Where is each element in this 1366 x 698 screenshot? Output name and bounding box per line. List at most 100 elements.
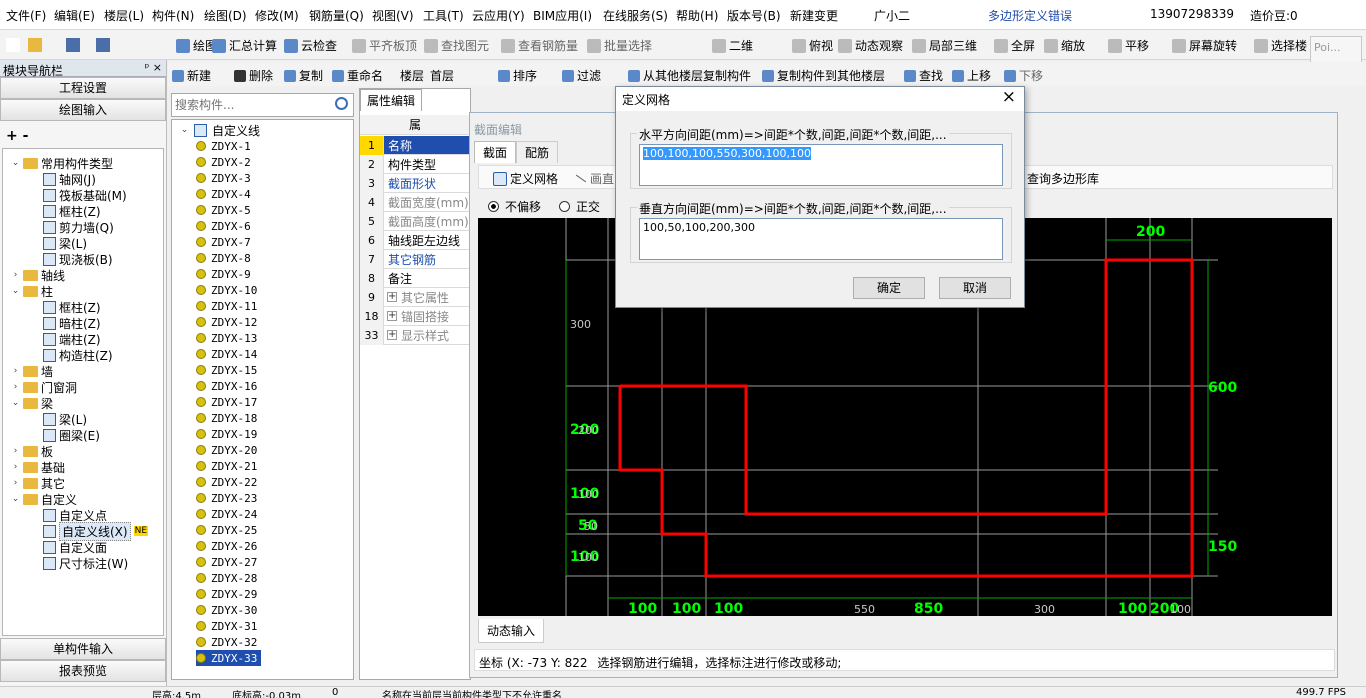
list-item[interactable]: ZDYX-21 [196,458,257,474]
property-tab[interactable]: 属性编辑 [360,89,422,111]
menu-item-2[interactable]: 楼层(L) [104,7,144,24]
nav-tree-item-17[interactable]: 圈梁(E) [43,427,100,443]
toolbar2-btn-9[interactable]: 复制构件到其他楼层 [762,67,885,84]
dim-bottom-3[interactable]: 550 [854,603,875,616]
list-item[interactable]: ZDYX-11 [196,298,257,314]
property-row-2[interactable]: 2 构件类型 [360,154,470,174]
dim-right-600[interactable]: 600 [1208,380,1237,396]
search-input[interactable] [175,95,325,115]
dim-left-0[interactable]: 300 [570,318,591,331]
nav-tree-item-18[interactable]: › 板 [11,443,53,459]
list-item[interactable]: ZDYX-4 [196,186,251,202]
nav-pin-close[interactable]: ᵖ × [145,61,162,74]
expand-icon[interactable]: › [11,462,20,472]
nav-project-settings[interactable]: 工程设置 [0,77,166,99]
list-item[interactable]: ZDYX-22 [196,474,257,490]
nav-tree-item-25[interactable]: 尺寸标注(W) [43,555,128,571]
nav-tree-item-21[interactable]: ⌄ 自定义 [11,491,77,507]
radio-ortho[interactable] [559,201,571,212]
menu-link-error[interactable]: 多边形定义错误 [988,7,1072,24]
nav-tree-item-19[interactable]: › 基础 [11,459,65,475]
list-item[interactable]: ZDYX-10 [196,282,257,298]
expand-icon[interactable]: › [11,270,20,280]
menu-item-4[interactable]: 绘图(D) [204,7,247,24]
nav-tree-item-11[interactable]: 端柱(Z) [43,331,101,347]
list-item[interactable]: ZDYX-6 [196,218,251,234]
dim-bottom-2[interactable]: 100 [714,601,743,616]
nav-tree-item-16[interactable]: 梁(L) [43,411,87,427]
nav-tree-item-20[interactable]: › 其它 [11,475,65,491]
property-row-3[interactable]: 3 截面形状 [360,173,470,193]
dim-bottom-5[interactable]: 300 [1034,603,1055,616]
nav-tree-item-14[interactable]: › 门窗洞 [11,379,77,395]
expand-icon[interactable]: + [387,292,397,302]
tab-rebar[interactable]: 配筋 [516,141,559,163]
expand-collapse-icons[interactable]: + - [6,128,28,144]
toolbar2-btn-5[interactable]: 首层 [430,67,454,84]
horizontal-spacing-input[interactable]: 100,100,100,550,300,100,100 [639,144,1003,186]
ok-button[interactable]: 确定 [853,277,925,299]
list-item[interactable]: ZDYX-26 [196,538,257,554]
nav-tree-item-0[interactable]: ⌄ 常用构件类型 [11,155,113,171]
list-item[interactable]: ZDYX-5 [196,202,251,218]
nav-tree-item-6[interactable]: 现浇板(B) [43,251,113,267]
toolbar1-btn-15[interactable]: 选择楼 [1254,37,1307,54]
list-item[interactable]: ZDYX-31 [196,618,257,634]
toolbar1-btn-6[interactable]: 批量选择 [587,37,652,54]
nav-tree-item-3[interactable]: 框柱(Z) [43,203,101,219]
dynamic-input-tab[interactable]: 动态输入 [478,619,545,643]
menu-item-14[interactable]: 新建变更 [790,7,838,24]
toolbar1-btn-5[interactable]: 查看钢筋量 [501,37,578,54]
toolbar1-btn-10[interactable]: 局部三维 [912,37,977,54]
nav-tree-item-5[interactable]: 梁(L) [43,235,87,251]
toolbar1-btn-7[interactable]: 二维 [712,37,753,54]
property-row-4[interactable]: 4 截面宽度(mm) [360,192,470,212]
menu-item-8[interactable]: 工具(T) [423,7,464,24]
list-item[interactable]: ZDYX-29 [196,586,257,602]
query-polygon-lib[interactable]: 查询多边形库 [1027,170,1099,187]
toolbar1-btn-14[interactable]: 屏幕旋转 [1172,37,1237,54]
list-item[interactable]: ZDYX-15 [196,362,257,378]
toolbar2-btn-4[interactable]: 楼层 [400,67,424,84]
dim-bottom-0[interactable]: 100 [628,601,657,616]
list-item[interactable]: ZDYX-20 [196,442,257,458]
list-item[interactable]: ZDYX-2 [196,154,251,170]
property-row-9[interactable]: 9 + 其它属性 [360,287,470,307]
toolbar1-btn-12[interactable]: 缩放 [1044,37,1085,54]
list-item[interactable]: ZDYX-28 [196,570,257,586]
property-row-8[interactable]: 8 备注 [360,268,470,288]
cancel-button[interactable]: 取消 [939,277,1011,299]
collapse-icon[interactable]: ⌄ [11,398,20,408]
nav-tree-item-10[interactable]: 暗柱(Z) [43,315,101,331]
nav-tree-item-24[interactable]: 自定义面 [43,539,107,555]
nav-tree-item-8[interactable]: ⌄ 柱 [11,283,53,299]
nav-tree-item-9[interactable]: 框柱(Z) [43,299,101,315]
search-icon[interactable] [335,97,348,110]
list-item[interactable]: ZDYX-24 [196,506,257,522]
toolbar2-btn-10[interactable]: 查找 [904,67,943,84]
menu-item-1[interactable]: 编辑(E) [54,7,95,24]
collapse-icon[interactable]: ⌄ [11,286,20,296]
list-item[interactable]: ZDYX-25 [196,522,257,538]
list-item[interactable]: ZDYX-17 [196,394,257,410]
list-root[interactable]: ⌄ 自定义线 [180,122,260,138]
dim-bottom-4[interactable]: 850 [914,601,943,616]
dim-bottom-8[interactable]: 100 [1170,603,1191,616]
menu-item-13[interactable]: 版本号(B) [727,7,781,24]
file-quick-icons[interactable] [6,38,126,52]
toolbar1-btn-3[interactable]: 平齐板顶 [352,37,417,54]
list-item[interactable]: ZDYX-27 [196,554,257,570]
nav-drawing-input[interactable]: 绘图输入 [0,99,166,121]
menu-item-15[interactable]: 广小二 [874,7,910,24]
dim-bottom-1[interactable]: 100 [672,601,701,616]
nav-tree-item-13[interactable]: › 墙 [11,363,53,379]
toolbar2-btn-6[interactable]: 排序 [498,67,537,84]
draw-line-button[interactable]: 画直 [575,170,614,187]
property-row-18[interactable]: 18 + 锚固搭接 [360,306,470,326]
nav-tree-item-4[interactable]: 剪力墙(Q) [43,219,114,235]
nav-tree-item-1[interactable]: 轴网(J) [43,171,96,187]
toolbar2-btn-11[interactable]: 上移 [952,67,991,84]
list-item[interactable]: ZDYX-8 [196,250,251,266]
list-item[interactable]: ZDYX-23 [196,490,257,506]
toolbar1-btn-0[interactable]: 绘图 [176,37,217,54]
